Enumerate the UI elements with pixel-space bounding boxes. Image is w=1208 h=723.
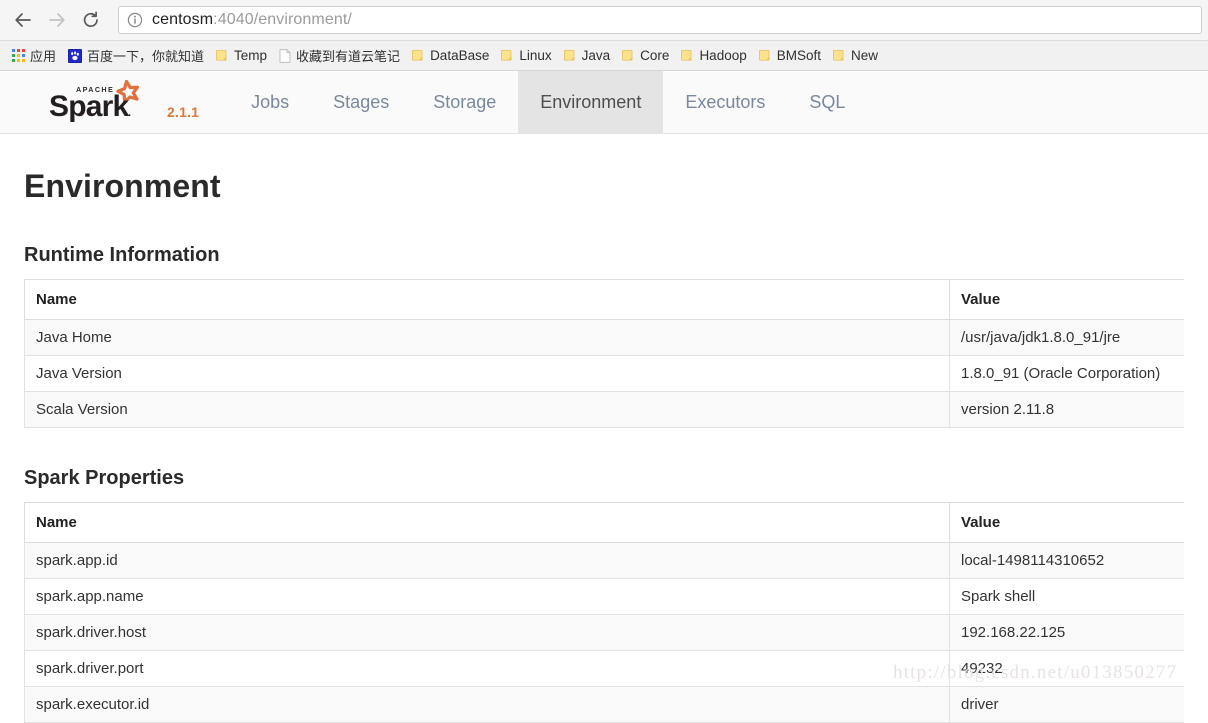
table-header-row: Name Value — [24, 279, 1184, 320]
reload-icon — [83, 11, 98, 28]
forward-arrow-icon — [49, 13, 65, 27]
cell-value: driver — [949, 686, 1184, 723]
bookmark-label: 百度一下，你就知道 — [87, 50, 205, 65]
cell-name: spark.driver.port — [24, 650, 950, 687]
tab-storage[interactable]: Storage — [411, 71, 518, 133]
folder-icon — [622, 50, 633, 61]
bookmark-database[interactable]: DataBase — [406, 45, 495, 67]
cell-name: spark.app.name — [24, 578, 950, 615]
bookmark-label: Temp — [234, 48, 268, 63]
page-icon — [279, 48, 291, 63]
spark-logo: APACHE Spark . — [48, 80, 156, 122]
bookmark-youdao-note[interactable]: 收藏到有道云笔记 — [273, 45, 406, 67]
section-title-spark-properties: Spark Properties — [24, 467, 185, 489]
bookmark-label: Hadoop — [699, 48, 747, 63]
bookmark-label: DataBase — [430, 48, 490, 63]
table-row: spark.app.name Spark shell — [24, 578, 1184, 615]
table-row: spark.app.id local-1498114310652 — [24, 542, 1184, 579]
cell-name: spark.driver.host — [24, 614, 950, 651]
spark-version-label: 2.1.1 — [167, 104, 200, 120]
table-row: spark.driver.host 192.168.22.125 — [24, 614, 1184, 651]
bookmark-label: Linux — [519, 48, 552, 63]
url-host: centosm — [152, 11, 214, 28]
cell-value: /usr/java/jdk1.8.0_91/jre — [949, 319, 1184, 356]
spark-properties-table: Name Value spark.app.id local-1498114310… — [24, 502, 1184, 723]
cell-name: spark.app.id — [24, 542, 950, 579]
cell-value: local-1498114310652 — [949, 542, 1184, 579]
back-button[interactable] — [6, 3, 40, 37]
folder-icon — [216, 50, 227, 61]
url-text: centosm:4040/environment/ — [152, 11, 352, 29]
bookmark-apps[interactable]: 应用 — [6, 45, 62, 67]
tab-stages[interactable]: Stages — [311, 71, 411, 133]
page-title: Environment — [24, 168, 221, 204]
cell-name: Java Home — [24, 319, 950, 356]
folder-icon — [833, 50, 844, 61]
tab-sql[interactable]: SQL — [787, 71, 867, 133]
bookmark-hadoop[interactable]: Hadoop — [675, 45, 752, 67]
runtime-information-table-wrapper: Name Value Java Home /usr/java/jdk1.8.0_… — [24, 279, 1184, 428]
table-row: spark.executor.id driver — [24, 686, 1184, 723]
forward-button[interactable] — [40, 3, 74, 37]
info-circle-icon[interactable] — [127, 12, 143, 28]
cell-value: 49232 — [949, 650, 1184, 687]
bookmark-label: 应用 — [30, 50, 57, 65]
cell-value: 192.168.22.125 — [949, 614, 1184, 651]
browser-toolbar: centosm:4040/environment/ — [0, 0, 1208, 41]
tab-executors[interactable]: Executors — [663, 71, 787, 133]
tab-jobs[interactable]: Jobs — [229, 71, 311, 133]
table-header-row: Name Value — [24, 502, 1184, 543]
column-header-name[interactable]: Name — [24, 502, 950, 543]
table-row: Java Home /usr/java/jdk1.8.0_91/jre — [24, 319, 1184, 356]
spark-properties-table-wrapper: Name Value spark.app.id local-1498114310… — [24, 502, 1184, 723]
spark-navbar: APACHE Spark . 2.1.1 Jobs Stages Storage… — [0, 71, 1208, 134]
bookmark-temp[interactable]: Temp — [210, 45, 273, 67]
cell-name: spark.executor.id — [24, 686, 950, 723]
bookmark-java[interactable]: Java — [558, 45, 617, 67]
bookmark-label: Java — [581, 48, 611, 63]
table-row: spark.driver.port 49232 — [24, 650, 1184, 687]
apps-grid-icon — [12, 49, 25, 62]
column-header-name[interactable]: Name — [24, 279, 950, 320]
bookmark-label: BMSoft — [776, 48, 821, 63]
bookmark-label: 收藏到有道云笔记 — [296, 50, 401, 65]
address-bar[interactable]: centosm:4040/environment/ — [118, 6, 1202, 34]
bookmark-new[interactable]: New — [827, 45, 884, 67]
reload-button[interactable] — [74, 3, 108, 37]
tab-environment[interactable]: Environment — [518, 71, 664, 133]
svg-text:.: . — [128, 107, 131, 119]
bookmark-label: Core — [640, 48, 670, 63]
column-header-value[interactable]: Value — [949, 502, 1184, 543]
spark-logo-icon: APACHE Spark . — [49, 80, 139, 122]
cell-name: Scala Version — [24, 391, 950, 428]
page-content: Environment Runtime Information Name Val… — [0, 168, 1208, 723]
bookmark-label: New — [851, 48, 879, 63]
spark-logo-link[interactable]: APACHE Spark . 2.1.1 — [0, 71, 199, 133]
folder-icon — [412, 50, 423, 61]
cell-value: Spark shell — [949, 578, 1184, 615]
table-row: Java Version 1.8.0_91 (Oracle Corporatio… — [24, 355, 1184, 392]
runtime-information-table: Name Value Java Home /usr/java/jdk1.8.0_… — [24, 279, 1184, 428]
column-header-value[interactable]: Value — [949, 279, 1184, 320]
folder-icon — [681, 50, 692, 61]
bookmark-baidu[interactable]: 百度一下，你就知道 — [62, 45, 210, 67]
cell-value: version 2.11.8 — [949, 391, 1184, 428]
back-arrow-icon — [15, 13, 31, 27]
bookmark-core[interactable]: Core — [616, 45, 675, 67]
bookmark-bmsoft[interactable]: BMSoft — [753, 45, 827, 67]
svg-text:Spark: Spark — [49, 90, 129, 122]
bookmark-linux[interactable]: Linux — [495, 45, 557, 67]
folder-icon — [758, 50, 770, 61]
cell-value: 1.8.0_91 (Oracle Corporation) — [949, 355, 1184, 392]
bookmarks-bar: 应用 百度一下，你就知道 Temp 收藏到有道云笔记 DataBase Linu… — [0, 41, 1208, 71]
cell-name: Java Version — [24, 355, 950, 392]
spark-nav-links: Jobs Stages Storage Environment Executor… — [229, 71, 867, 133]
table-row: Scala Version version 2.11.8 — [24, 391, 1184, 428]
folder-icon — [563, 50, 574, 61]
folder-icon — [501, 50, 512, 61]
section-title-runtime-information: Runtime Information — [24, 244, 220, 266]
url-path: :4040/environment/ — [213, 11, 352, 28]
baidu-paw-icon — [68, 48, 83, 63]
